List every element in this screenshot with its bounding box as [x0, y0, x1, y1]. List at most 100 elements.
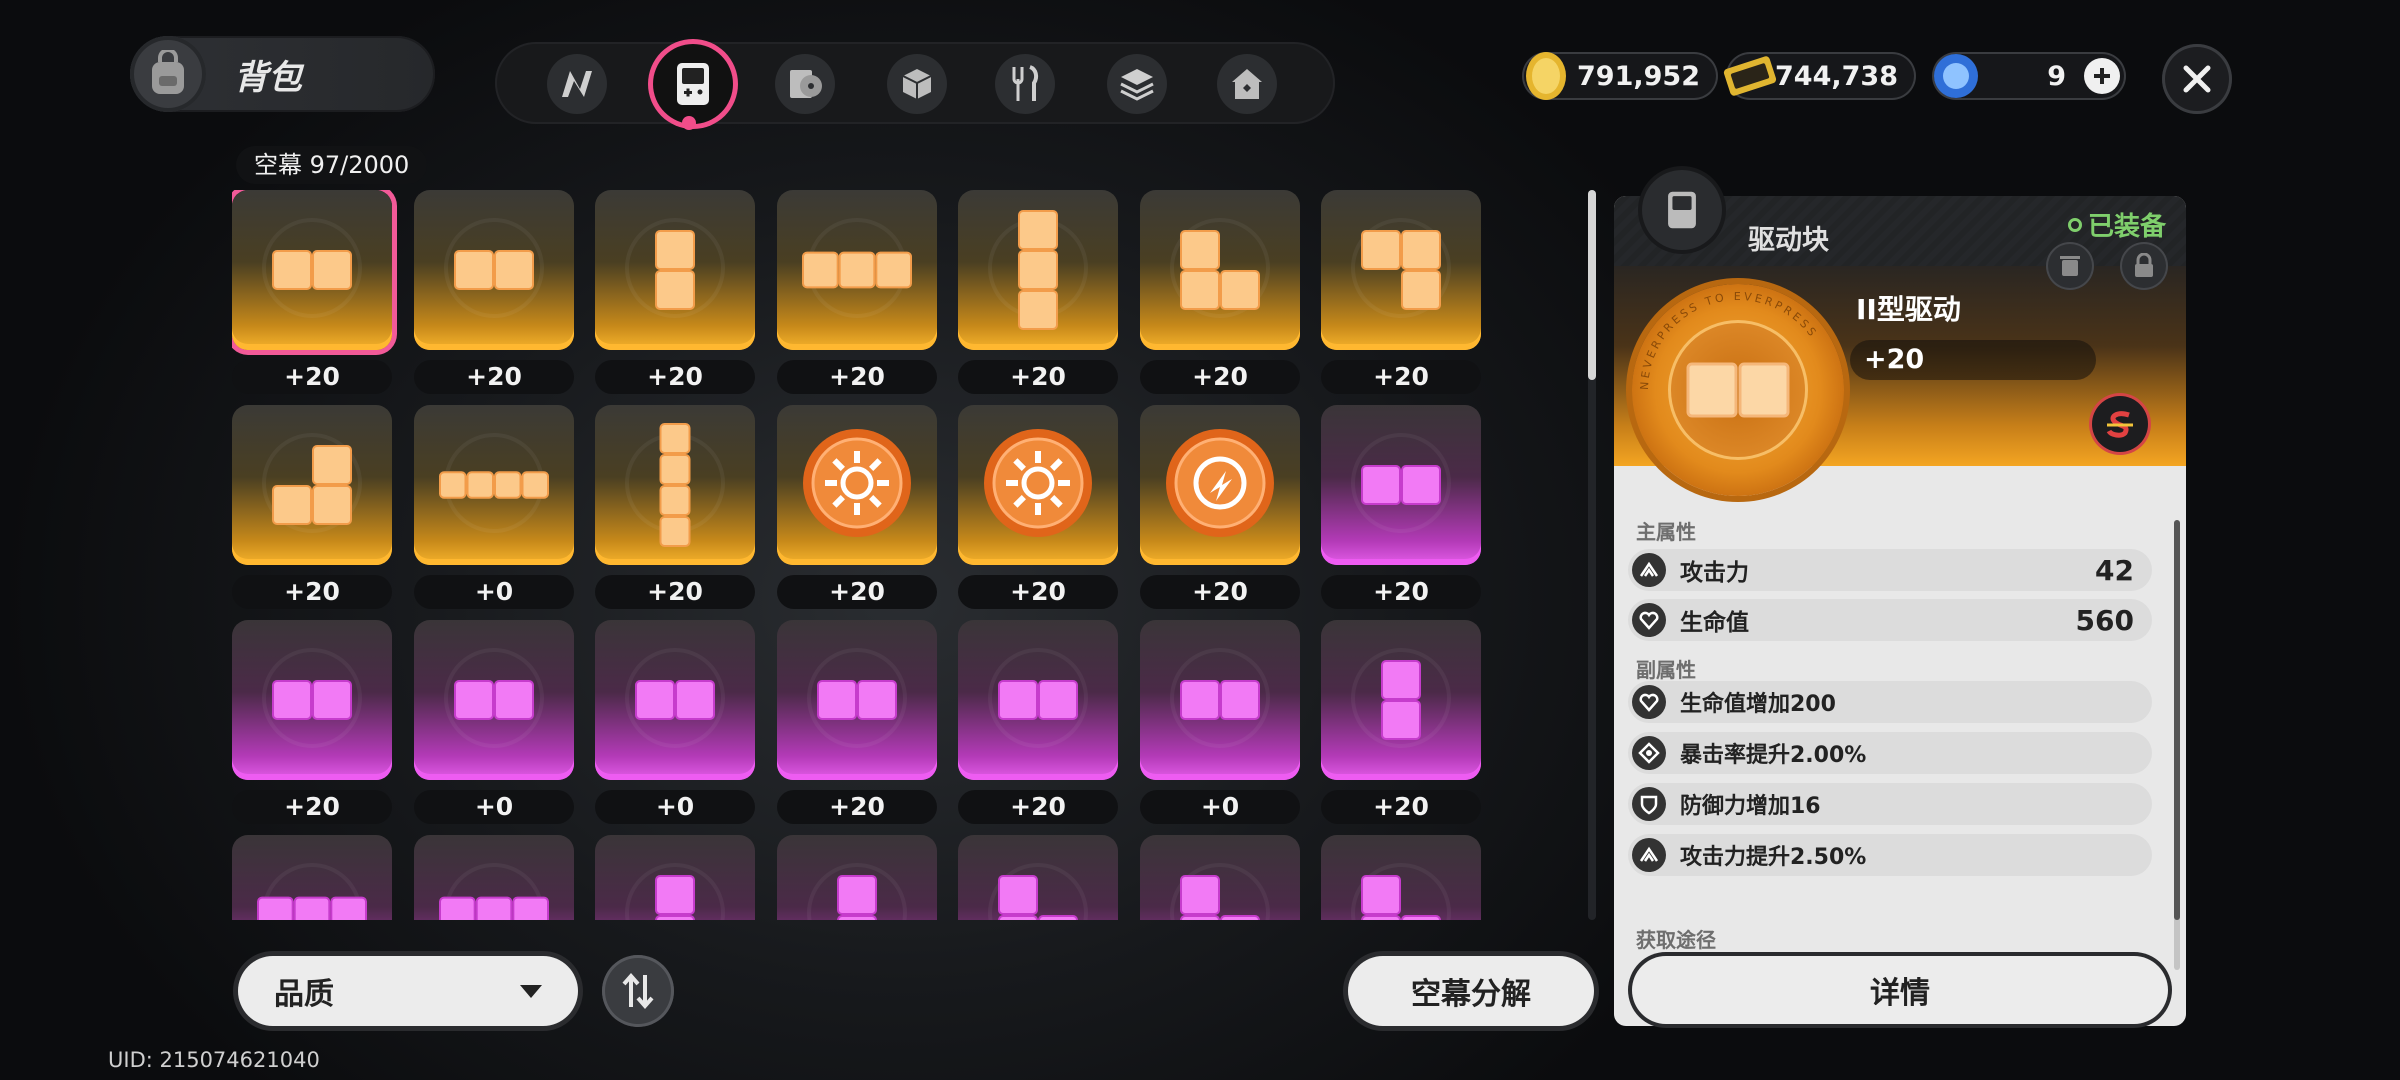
inventory-item[interactable]: +20 [232, 190, 392, 405]
drive-disc-tile[interactable] [595, 835, 755, 920]
gold-coin-icon [1526, 52, 1566, 100]
drive-disc-tile[interactable] [595, 405, 755, 565]
drive-disc-tile[interactable] [232, 620, 392, 780]
drive-disc-tile[interactable] [232, 190, 392, 350]
grid-scrollbar-thumb[interactable] [1588, 190, 1596, 380]
drive-disc-tile[interactable] [414, 620, 574, 780]
drive-disc-tile[interactable] [232, 405, 392, 565]
inventory-item[interactable] [595, 835, 755, 920]
inventory-item[interactable] [1140, 835, 1300, 920]
inventory-item[interactable] [777, 835, 937, 920]
set-bonus-badge[interactable] [2092, 396, 2148, 452]
lock-button[interactable] [2120, 242, 2168, 290]
drive-disc-tile[interactable] [1321, 835, 1481, 920]
inventory-item[interactable]: +20 [595, 190, 755, 405]
layered-box-icon [1120, 69, 1154, 101]
item-level: +20 [232, 790, 392, 824]
inventory-item[interactable]: +20 [958, 620, 1118, 835]
drive-disc-tile[interactable] [232, 835, 392, 920]
inventory-item[interactable]: +20 [232, 620, 392, 835]
drive-disc-tile[interactable] [777, 835, 937, 920]
tab-disc-record[interactable] [775, 54, 835, 114]
item-level: +20 [595, 360, 755, 394]
inventory-item[interactable]: +20 [1321, 405, 1481, 620]
quality-filter-dropdown[interactable]: 品质 [238, 956, 578, 1026]
inventory-item[interactable]: +20 [1321, 190, 1481, 405]
tab-food[interactable] [995, 54, 1055, 114]
main-stat-hp: 生命值 560 [1628, 599, 2152, 641]
inventory-item[interactable]: +0 [414, 405, 574, 620]
item-level: +20 [414, 360, 574, 394]
trash-icon [2060, 256, 2080, 276]
currency-gold: 791,952 [1522, 52, 1718, 100]
disc-record-icon [790, 70, 822, 98]
drive-disc-tile[interactable] [777, 405, 937, 565]
main-stat-section-label: 主属性 [1636, 520, 1696, 544]
panel-scrollbar-thumb[interactable] [2174, 520, 2180, 920]
drive-disc-type-icon [1642, 170, 1722, 250]
item-level: +20 [777, 360, 937, 394]
details-button[interactable]: 详情 [1632, 956, 2168, 1024]
drive-disc-tile[interactable] [414, 835, 574, 920]
tab-drive-disc[interactable] [653, 44, 733, 124]
inventory-item[interactable]: +0 [595, 620, 755, 835]
sub-stat-row: 暴击率提升2.00% [1628, 732, 2152, 774]
drive-shape-icon [1686, 362, 1790, 418]
discard-button[interactable] [2046, 242, 2094, 290]
inventory-item[interactable]: +20 [595, 405, 755, 620]
drive-disc-tile[interactable] [1140, 835, 1300, 920]
inventory-item[interactable] [232, 835, 392, 920]
drive-disc-tile[interactable] [958, 405, 1118, 565]
inventory-item[interactable]: +0 [1140, 620, 1300, 835]
handheld-device-icon [677, 63, 709, 105]
currency-orb: 9 [1932, 52, 2126, 100]
item-level: +20 [232, 575, 392, 609]
drive-shape-icon [1018, 210, 1058, 330]
drive-disc-tile[interactable] [1140, 405, 1300, 565]
tab-layered-box[interactable] [1107, 54, 1167, 114]
add-currency-button[interactable] [2084, 58, 2120, 94]
inventory-item[interactable]: +20 [1140, 405, 1300, 620]
inventory-item[interactable]: +20 [414, 190, 574, 405]
drive-disc-tile[interactable] [958, 190, 1118, 350]
inventory-item[interactable]: +20 [1321, 620, 1481, 835]
tab-n-logo[interactable] [547, 54, 607, 114]
close-icon [2183, 65, 2211, 93]
active-tab-indicator [682, 116, 696, 130]
drive-disc-tile[interactable] [414, 190, 574, 350]
item-level: +20 [777, 575, 937, 609]
inventory-item[interactable]: +20 [1140, 190, 1300, 405]
inventory-item[interactable]: +20 [232, 405, 392, 620]
drive-disc-tile[interactable] [777, 190, 937, 350]
sort-order-button[interactable] [602, 955, 674, 1027]
inventory-item[interactable]: +20 [777, 190, 937, 405]
inventory-item[interactable] [414, 835, 574, 920]
drive-disc-tile[interactable] [958, 620, 1118, 780]
item-level: +20 [958, 790, 1118, 824]
inventory-item[interactable]: +20 [777, 620, 937, 835]
inventory-item[interactable]: +0 [414, 620, 574, 835]
tab-cube-box[interactable] [887, 54, 947, 114]
item-level: +20 [595, 575, 755, 609]
drive-disc-tile[interactable] [1321, 620, 1481, 780]
drive-disc-tile[interactable] [1140, 190, 1300, 350]
tab-home[interactable] [1217, 54, 1277, 114]
drive-disc-tile[interactable] [595, 190, 755, 350]
drive-disc-tile[interactable] [1321, 190, 1481, 350]
inventory-item[interactable] [958, 835, 1118, 920]
decompose-button[interactable]: 空幕分解 [1348, 956, 1594, 1026]
drive-disc-tile[interactable] [595, 620, 755, 780]
close-button[interactable] [2162, 44, 2232, 114]
drive-disc-tile[interactable] [958, 835, 1118, 920]
inventory-item[interactable]: +20 [777, 405, 937, 620]
drive-shape-icon [272, 250, 352, 290]
inventory-item[interactable]: +20 [958, 405, 1118, 620]
drive-disc-tile[interactable] [1321, 405, 1481, 565]
sub-stat-row: 防御力增加16 [1628, 783, 2152, 825]
inventory-item[interactable] [1321, 835, 1481, 920]
drive-disc-tile[interactable] [777, 620, 937, 780]
drive-disc-tile[interactable] [414, 405, 574, 565]
drive-disc-tile[interactable] [1140, 620, 1300, 780]
drive-shape-icon [439, 896, 549, 920]
inventory-item[interactable]: +20 [958, 190, 1118, 405]
